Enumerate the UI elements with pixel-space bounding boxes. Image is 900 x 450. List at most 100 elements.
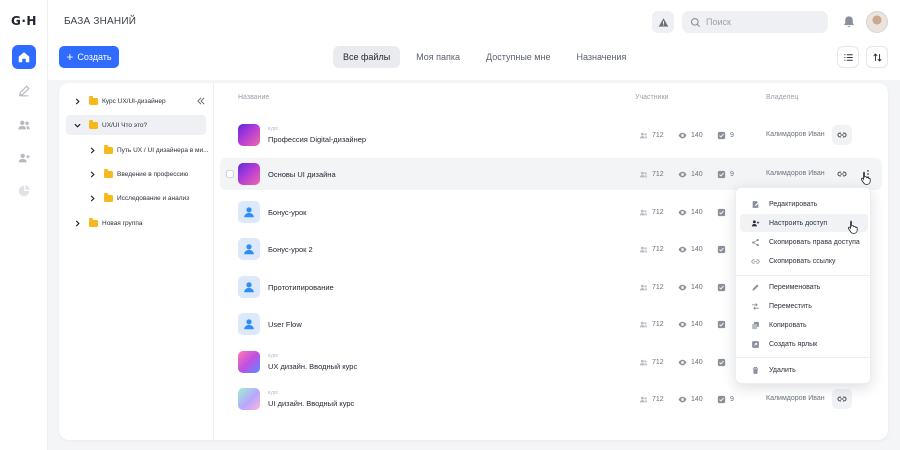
- create-button[interactable]: + Создать: [59, 46, 119, 68]
- row-name[interactable]: UI дизайн. Вводный курс: [268, 399, 354, 408]
- participants-count-value: 712: [652, 284, 664, 291]
- eye-icon: [678, 320, 687, 329]
- folder-icon: [89, 120, 98, 129]
- row-name[interactable]: Профессия Digital-дизайнер: [268, 135, 366, 144]
- user-add-nav-button[interactable]: [12, 146, 36, 170]
- participants-icon: [639, 283, 648, 292]
- participants-icon: [639, 320, 648, 329]
- chevron-right-icon[interactable]: [88, 170, 96, 178]
- views-count: 140: [678, 131, 703, 140]
- folder-icon: [104, 193, 113, 202]
- tab-shared-with-me[interactable]: Доступные мне: [476, 46, 560, 68]
- toolbar: + Создать Все файлы Моя папка Доступные …: [48, 44, 900, 80]
- copy-link-button[interactable]: [832, 389, 852, 409]
- app-logo[interactable]: G·H: [0, 14, 48, 28]
- copy-link-button[interactable]: [832, 164, 852, 184]
- sort-button[interactable]: [866, 46, 888, 68]
- search-icon: [690, 17, 701, 27]
- menu-item-label: Копировать: [769, 321, 807, 329]
- tree-item-label: Путь UX / UI дизайнера в ми...: [117, 146, 209, 154]
- row-checkbox[interactable]: [226, 170, 234, 178]
- chevron-right-icon[interactable]: [73, 219, 81, 227]
- table-row[interactable]: курс Профессия Digital-дизайнер 712 140 9 Кал…: [220, 119, 882, 151]
- link-icon: [837, 171, 847, 177]
- menu-item-label: Удалить: [769, 366, 796, 374]
- tree-item-new-group[interactable]: Новая группа: [73, 213, 203, 233]
- menu-item-edit[interactable]: Редактировать: [740, 195, 868, 213]
- search-input[interactable]: [706, 17, 816, 27]
- tree-item-label: Курс UX/UI-дизайнер: [102, 97, 166, 105]
- tree-item-intro[interactable]: Введение в профессию: [88, 164, 210, 184]
- home-icon: [18, 52, 30, 63]
- eye-icon: [678, 283, 687, 292]
- chevron-right-icon[interactable]: [88, 146, 96, 154]
- folder-icon: [89, 96, 98, 105]
- participants-icon: [639, 358, 648, 367]
- home-nav-button[interactable]: [12, 45, 36, 69]
- menu-item-rename[interactable]: Переименовать: [740, 278, 868, 296]
- row-name[interactable]: Бонус-урок 2: [268, 245, 313, 254]
- alert-button[interactable]: [652, 11, 674, 33]
- views-count-value: 140: [691, 321, 703, 328]
- link-icon: [837, 396, 847, 402]
- chevron-right-icon[interactable]: [73, 97, 81, 105]
- list-view-button[interactable]: [837, 46, 859, 68]
- views-count: 140: [678, 208, 703, 217]
- checkbox-icon: [717, 358, 726, 367]
- analytics-nav-button[interactable]: [12, 179, 36, 203]
- tree-item-designer-path[interactable]: Путь UX / UI дизайнера в ми...: [88, 140, 210, 160]
- tabs: Все файлы Моя папка Доступные мне Назнач…: [333, 46, 636, 68]
- row-name[interactable]: Основы UI дизайна: [268, 170, 336, 179]
- row-name[interactable]: UX дизайн. Вводный курс: [268, 362, 357, 371]
- menu-item-move[interactable]: Переместить: [740, 297, 868, 315]
- participants-icon: [639, 395, 648, 404]
- tasks-count: [717, 283, 730, 292]
- copy-link-button[interactable]: [832, 125, 852, 145]
- menu-item-copy[interactable]: Копировать: [740, 316, 868, 334]
- eye-icon: [678, 395, 687, 404]
- hand-cursor-icon: [860, 171, 871, 185]
- views-count-value: 140: [691, 209, 703, 216]
- user-add-icon: [18, 153, 30, 163]
- checkbox-icon: [717, 395, 726, 404]
- column-header-owner[interactable]: Владелец: [766, 94, 798, 101]
- checkbox-icon: [717, 283, 726, 292]
- participants-count: 712: [639, 358, 664, 367]
- menu-item-copy-link[interactable]: Скопировать ссылку: [740, 252, 868, 270]
- user-icon: [244, 319, 254, 330]
- pie-chart-icon: [18, 185, 30, 197]
- tree-item-research[interactable]: Исследование и анализ: [88, 188, 210, 208]
- menu-item-delete[interactable]: Удалить: [740, 361, 868, 379]
- menu-item-create-shortcut[interactable]: Создать ярлык: [740, 335, 868, 353]
- link-icon: [751, 258, 760, 264]
- table-row[interactable]: Основы UI дизайна 712 140 9 Калимдоров Иван: [220, 158, 882, 190]
- users-nav-button[interactable]: [12, 113, 36, 137]
- row-name[interactable]: User Flow: [268, 320, 302, 329]
- share-icon: [752, 238, 759, 246]
- tree-item-ux-ui[interactable]: UX/UI Что это?: [66, 115, 206, 135]
- tab-my-folder[interactable]: Моя папка: [406, 46, 470, 68]
- participants-icon: [639, 131, 648, 140]
- row-name[interactable]: Прототипирование: [268, 283, 334, 292]
- tasks-count: [717, 208, 730, 217]
- pencil-icon: [752, 283, 759, 291]
- views-count: 140: [678, 358, 703, 367]
- row-name[interactable]: Бонус-урок: [268, 208, 306, 217]
- tab-assignments[interactable]: Назначения: [566, 46, 636, 68]
- bell-icon[interactable]: [842, 15, 856, 29]
- chevron-right-icon[interactable]: [88, 194, 96, 202]
- menu-item-label: Создать ярлык: [769, 340, 818, 348]
- menu-item-copy-access[interactable]: Скопировать права доступа: [740, 233, 868, 251]
- tree-item-course[interactable]: Курс UX/UI-дизайнер: [73, 91, 203, 111]
- column-header-name[interactable]: Название: [238, 94, 269, 101]
- chevron-down-icon[interactable]: [73, 121, 81, 129]
- user-avatar[interactable]: [866, 11, 888, 33]
- column-header-participants[interactable]: Участники: [635, 94, 668, 101]
- participants-count-value: 712: [652, 209, 664, 216]
- search-box[interactable]: [682, 11, 828, 33]
- menu-item-label: Настроить доступ: [769, 219, 828, 227]
- views-count-value: 140: [691, 132, 703, 139]
- edit-nav-button[interactable]: [12, 79, 36, 103]
- tab-all-files[interactable]: Все файлы: [333, 46, 401, 68]
- table-row[interactable]: курс UI дизайн. Вводный курс 712 140 9 Калимд…: [220, 383, 882, 415]
